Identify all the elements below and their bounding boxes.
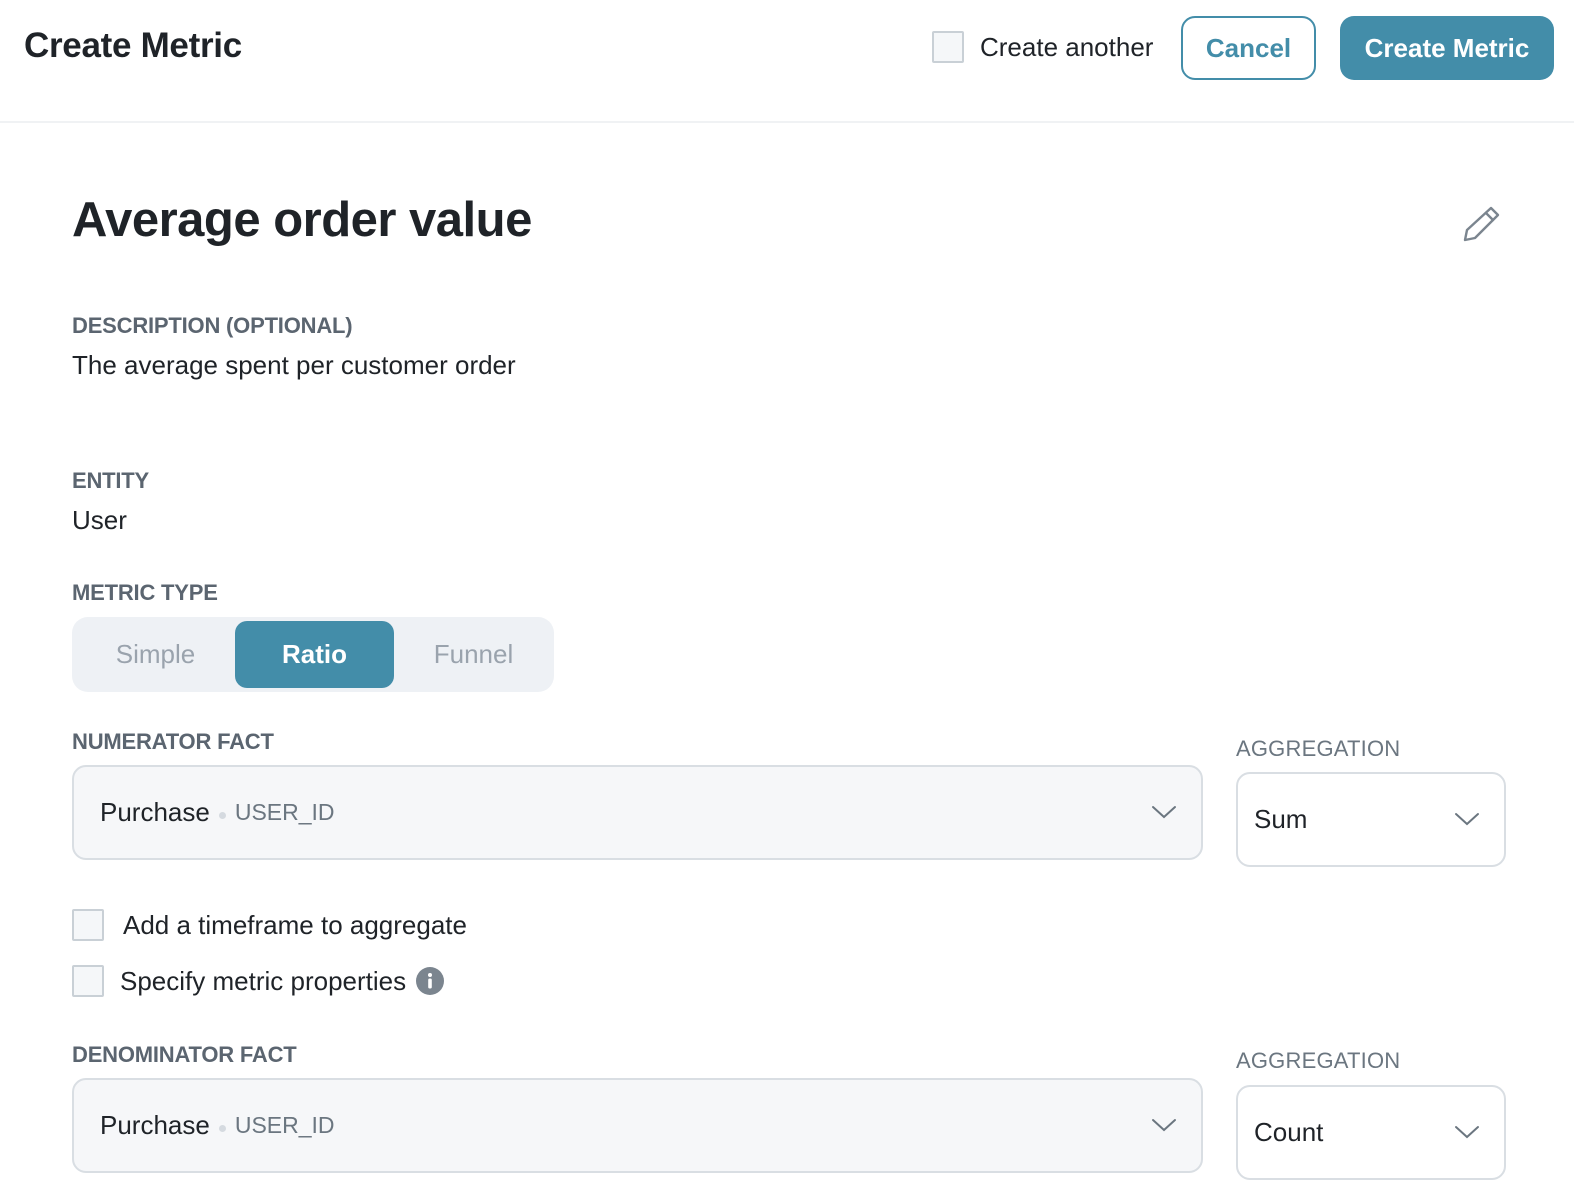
metric-type-funnel[interactable]: Funnel — [394, 621, 553, 688]
metric-properties-label: Specify metric properties — [120, 965, 407, 996]
numerator-fact-select[interactable]: Purchase USER_ID — [72, 765, 1203, 860]
metric-properties-checkbox[interactable] — [72, 965, 104, 997]
chevron-down-icon — [1455, 1125, 1479, 1138]
description-value: The average spent per customer order — [72, 350, 516, 380]
description-label: DESCRIPTION (OPTIONAL) — [72, 313, 353, 338]
numerator-aggregation-value: Sum — [1254, 804, 1308, 834]
separator-dot — [218, 1125, 226, 1132]
denominator-fact-value: Purchase — [100, 1110, 210, 1140]
entity-label: ENTITY — [72, 468, 150, 493]
timeframe-checkbox[interactable] — [72, 909, 104, 941]
numerator-aggregation-label: AGGREGATION — [1236, 736, 1401, 761]
metric-type-selector: Simple Ratio Funnel — [72, 617, 554, 692]
metric-name: Average order value — [72, 193, 532, 247]
numerator-fact-label: NUMERATOR FACT — [72, 729, 274, 754]
metric-type-ratio[interactable]: Ratio — [235, 621, 394, 688]
create-another-checkbox[interactable] — [932, 31, 964, 63]
separator-dot — [218, 812, 226, 819]
info-icon[interactable] — [416, 967, 445, 995]
chevron-down-icon — [1152, 805, 1176, 818]
create-metric-button[interactable]: Create Metric — [1340, 16, 1554, 80]
cancel-button[interactable]: Cancel — [1181, 16, 1316, 80]
denominator-aggregation-value: Count — [1254, 1117, 1324, 1147]
entity-value: User — [72, 505, 127, 535]
denominator-fact-label: DENOMINATOR FACT — [72, 1042, 297, 1067]
timeframe-option[interactable]: Add a timeframe to aggregate — [72, 909, 467, 941]
pencil-icon[interactable] — [1460, 202, 1504, 246]
timeframe-label: Add a timeframe to aggregate — [123, 909, 467, 940]
denominator-fact-select[interactable]: Purchase USER_ID — [72, 1078, 1203, 1173]
chevron-down-icon — [1152, 1118, 1176, 1131]
denominator-fact-column: USER_ID — [234, 1112, 335, 1138]
numerator-fact-column: USER_ID — [234, 799, 335, 825]
create-another-toggle[interactable]: Create another — [932, 31, 1153, 63]
create-another-label: Create another — [980, 31, 1154, 62]
metric-properties-option[interactable]: Specify metric properties — [72, 965, 445, 997]
chevron-down-icon — [1455, 812, 1479, 825]
numerator-fact-value: Purchase — [100, 797, 210, 827]
numerator-aggregation-select[interactable]: Sum — [1236, 772, 1506, 867]
metric-type-simple[interactable]: Simple — [76, 621, 235, 688]
denominator-aggregation-select[interactable]: Count — [1236, 1085, 1506, 1180]
header-bar: Create Metric Create another Cancel Crea… — [0, 0, 1574, 123]
denominator-aggregation-label: AGGREGATION — [1236, 1048, 1401, 1073]
page-title: Create Metric — [24, 26, 242, 65]
metric-type-label: METRIC TYPE — [72, 580, 218, 605]
